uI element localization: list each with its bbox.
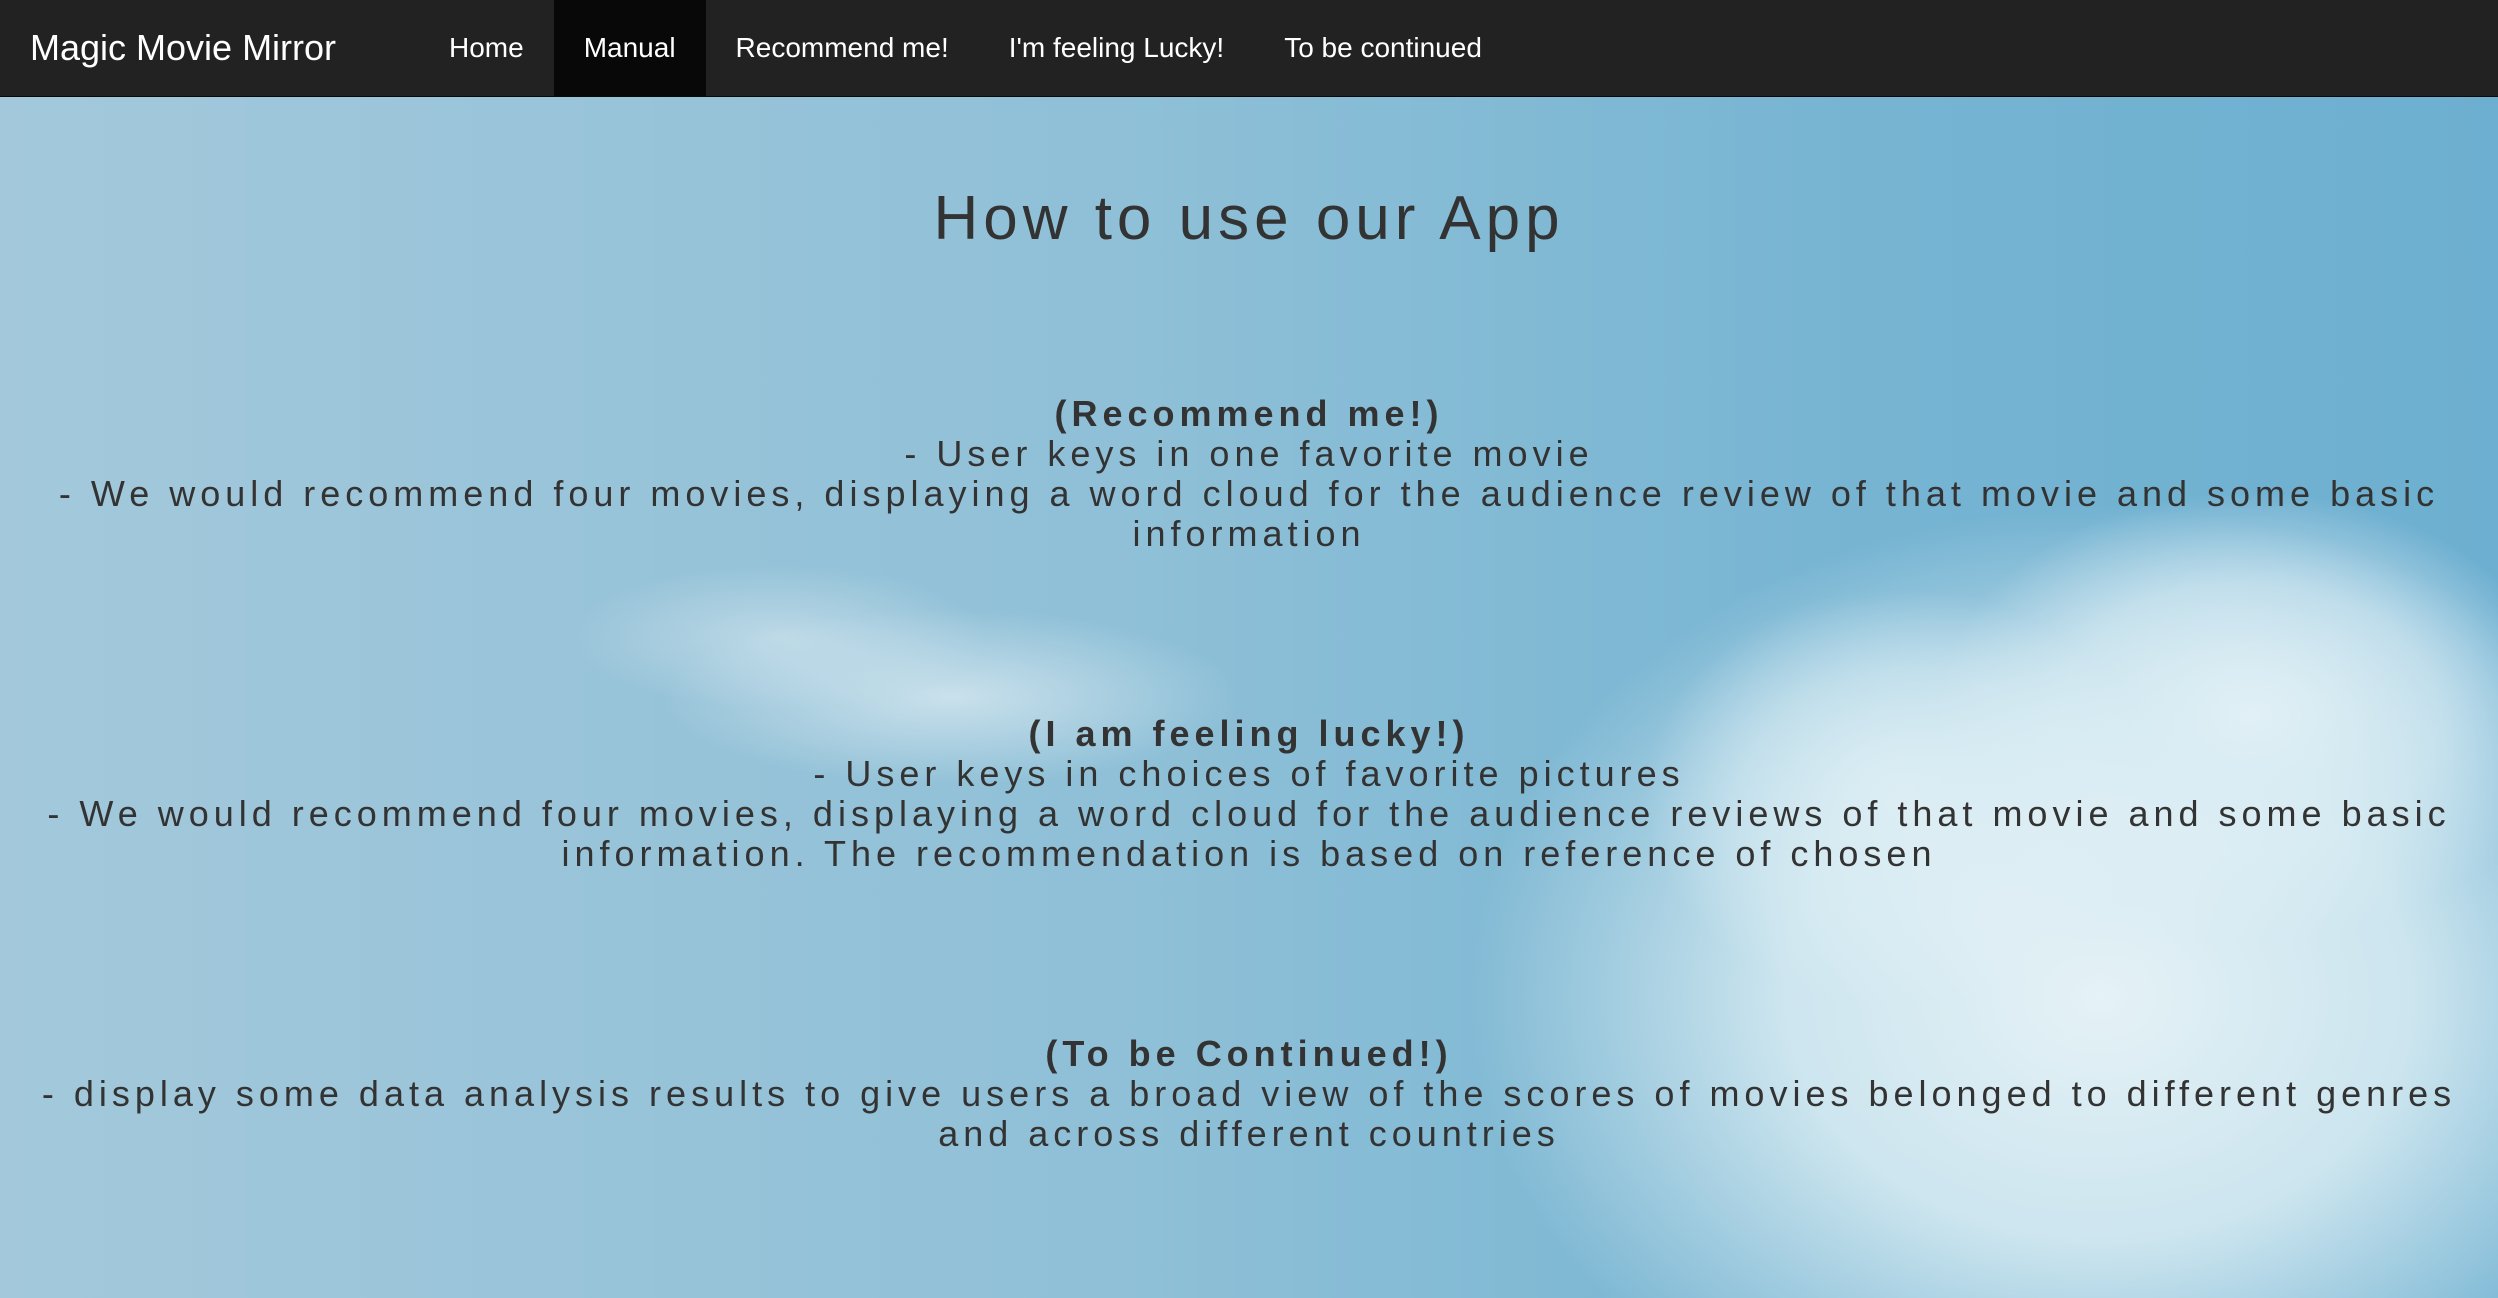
top-navbar: Magic Movie Mirror Home Manual Recommend… (0, 0, 2498, 97)
nav-item-home[interactable]: Home (419, 0, 554, 96)
brand-link[interactable]: Magic Movie Mirror (30, 0, 336, 96)
nav-item-manual[interactable]: Manual (553, 0, 706, 96)
section-to-be-continued: (To be Continued!) - display some data a… (40, 1034, 2458, 1154)
section-title: (I am feeling lucky!) (1028, 713, 1470, 754)
section-line: - User keys in choices of favorite pictu… (813, 753, 1685, 794)
section-recommend-me: (Recommend me!) - User keys in one favor… (40, 394, 2458, 554)
nav-menu: Home Manual Recommend me! I'm feeling Lu… (419, 0, 1512, 96)
section-line: - We would recommend four movies, displa… (58, 473, 2440, 554)
section-feeling-lucky: (I am feeling lucky!) - User keys in cho… (40, 714, 2458, 874)
nav-item-to-be-continued[interactable]: To be continued (1254, 0, 1512, 96)
nav-item-feeling-lucky[interactable]: I'm feeling Lucky! (979, 0, 1254, 96)
section-line: - We would recommend four movies, displa… (47, 793, 2451, 874)
nav-item-recommend-me[interactable]: Recommend me! (706, 0, 979, 96)
page-title: How to use our App (933, 184, 1565, 253)
section-line: - display some data analysis results to … (41, 1073, 2457, 1154)
section-line: - User keys in one favorite movie (904, 433, 1594, 474)
section-title: (To be Continued!) (1045, 1033, 1453, 1074)
section-title: (Recommend me!) (1054, 393, 1444, 434)
